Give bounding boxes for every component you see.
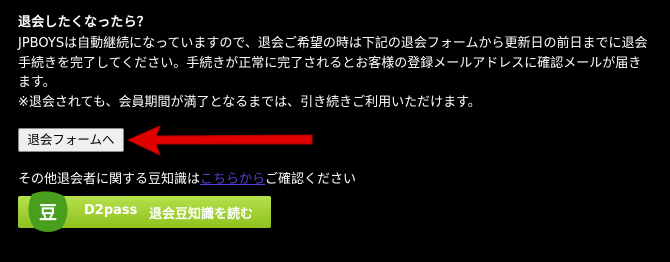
trivia-suffix: ご確認ください (265, 172, 357, 187)
red-arrow-icon (126, 125, 313, 156)
banner-label: 退会豆知識を読む (149, 207, 254, 222)
info-line-2: 手続きを完了してください。手続きが正常に完了されるとお客様の登録メールアドレスに… (18, 55, 642, 71)
section-heading: 退会したくなったら？ (18, 15, 151, 30)
trivia-link[interactable]: こちらから (200, 172, 265, 187)
cancel-form-button[interactable]: 退会フォームへ (18, 128, 124, 152)
cancellation-info: JPBOYSは自動継続になっていますので、退会ご希望の時は下記の退会フォームから… (18, 34, 658, 112)
bean-badge-icon: 豆 (28, 191, 68, 232)
info-line-3: ます。 (18, 75, 56, 90)
info-line-1: JPBOYSは自動継続になっていますので、退会ご希望の時は下記の退会フォームから… (18, 36, 648, 51)
badge-glyph: 豆 (39, 203, 57, 224)
trivia-banner-button[interactable]: 豆 D2pass 退会豆知識を読む (18, 191, 271, 232)
info-line-4: ※退会されても、会員期間が満了となるまでは、引き続きご利用いただけます。 (18, 94, 481, 110)
banner-brand: D2pass (84, 203, 138, 218)
page: 退会したくなったら？ JPBOYSは自動継続になっていますので、退会ご希望の時は… (0, 0, 670, 262)
trivia-sentence: その他退会者に関する豆知識はこちらからご確認ください (18, 168, 356, 187)
trivia-prefix: その他退会者に関する豆知識は (18, 172, 201, 187)
